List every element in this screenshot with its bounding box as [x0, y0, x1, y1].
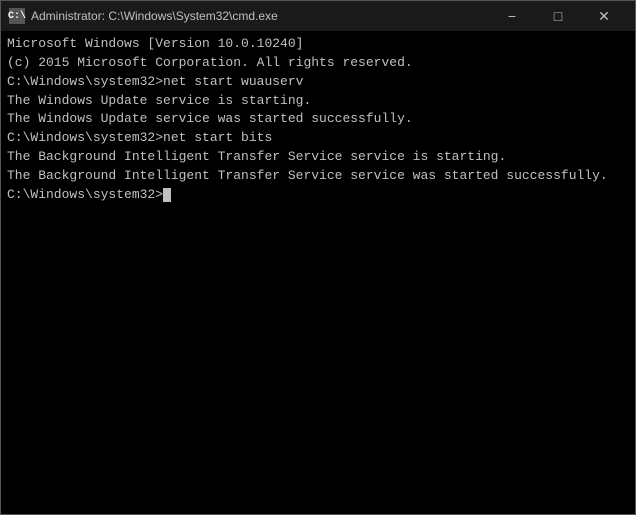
console-line: C:\Windows\system32>net start wuauserv: [7, 73, 629, 92]
title-bar-text: Administrator: C:\Windows\System32\cmd.e…: [31, 9, 489, 23]
title-bar-buttons: − □ ✕: [489, 1, 627, 31]
console-line: The Background Intelligent Transfer Serv…: [7, 148, 629, 167]
console-line: C:\Windows\system32>: [7, 186, 629, 205]
console-line: Microsoft Windows [Version 10.0.10240]: [7, 35, 629, 54]
console-output[interactable]: Microsoft Windows [Version 10.0.10240](c…: [1, 31, 635, 514]
maximize-button[interactable]: □: [535, 1, 581, 31]
console-line: (c) 2015 Microsoft Corporation. All righ…: [7, 54, 629, 73]
console-line: The Windows Update service was started s…: [7, 110, 629, 129]
console-line: C:\Windows\system32>net start bits: [7, 129, 629, 148]
minimize-button[interactable]: −: [489, 1, 535, 31]
title-bar: C:\ Administrator: C:\Windows\System32\c…: [1, 1, 635, 31]
cursor-blink: [163, 188, 171, 202]
console-line: The Windows Update service is starting.: [7, 92, 629, 111]
close-button[interactable]: ✕: [581, 1, 627, 31]
console-line: The Background Intelligent Transfer Serv…: [7, 167, 629, 186]
window-icon: C:\: [9, 8, 25, 24]
cmd-window: C:\ Administrator: C:\Windows\System32\c…: [0, 0, 636, 515]
